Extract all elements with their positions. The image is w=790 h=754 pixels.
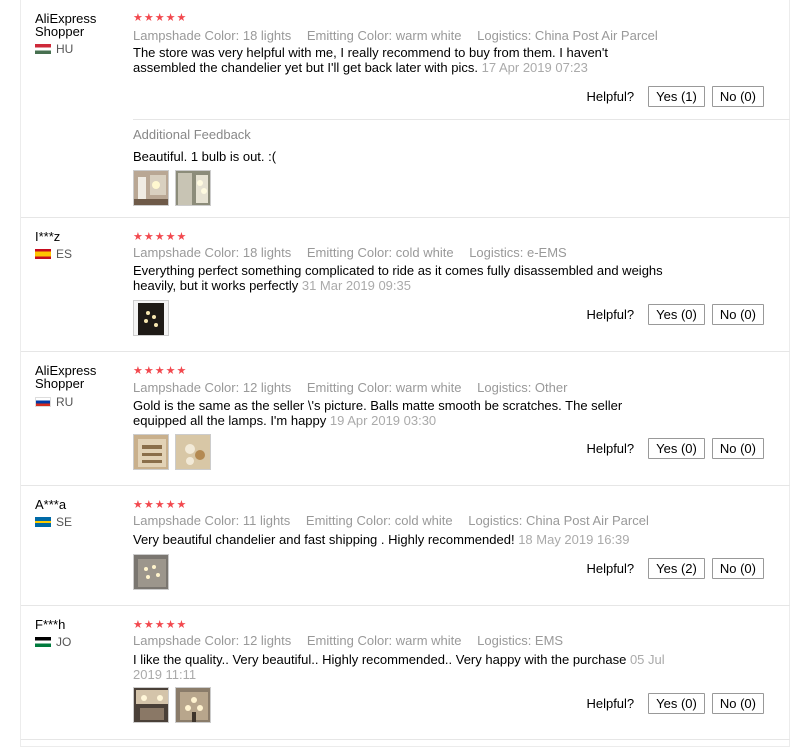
divider [21,485,790,486]
helpful-no-button[interactable]: No (0) [711,304,764,325]
divider [133,119,790,120]
star-rating: ★★★★★ [133,365,188,377]
helpful-label: Helpful? [586,89,635,104]
star-rating: ★★★★★ [133,619,188,631]
helpful-vote: Helpful? Yes (0) No (0) [586,693,764,714]
reviewer-name: AliExpress Shopper [35,11,97,39]
review-text: The store was very helpful with me, I re… [133,45,609,75]
purchase-properties: Lampshade Color: 12 lights Emitting Colo… [133,380,568,395]
helpful-yes-button[interactable]: Yes (1) [648,86,705,107]
helpful-label: Helpful? [586,561,635,576]
helpful-yes-button[interactable]: Yes (2) [648,558,705,579]
star-rating: ★★★★★ [133,231,188,243]
purchase-properties: Lampshade Color: 11 lights Emitting Colo… [133,513,649,528]
star-rating: ★★★★★ [133,12,188,24]
review-photo[interactable] [133,687,169,723]
flag-hu-icon [35,44,51,54]
review-photo[interactable] [133,300,169,336]
additional-feedback-label: Additional Feedback [133,127,251,142]
divider [21,217,790,218]
review-date: 18 May 2019 16:39 [518,532,630,547]
reviews-panel: AliExpress Shopper HU ★★★★★ Lampshade Co… [20,0,790,747]
divider [21,739,790,740]
flag-jo-icon [35,637,51,647]
reviewer-country: RU [35,395,73,409]
reviewer-country: ES [35,247,72,261]
review-text: Very beautiful chandelier and fast shipp… [133,532,630,547]
review-text: I like the quality.. Very beautiful.. Hi… [133,652,665,682]
reviewer-name: F***h [35,617,66,632]
flag-ru-icon [35,397,51,407]
helpful-vote: Helpful? Yes (0) No (0) [586,438,764,459]
purchase-properties: Lampshade Color: 18 lights Emitting Colo… [133,245,567,260]
divider [21,351,790,352]
star-rating: ★★★★★ [133,499,188,511]
flag-se-icon [35,517,51,527]
reviewer-country: SE [35,515,72,529]
review-text: Everything perfect something complicated… [133,263,663,293]
review-text: Gold is the same as the seller \'s pictu… [133,398,623,428]
review-photos [133,300,175,336]
helpful-label: Helpful? [586,696,635,711]
review-date: 31 Mar 2019 09:35 [301,278,411,293]
helpful-yes-button[interactable]: Yes (0) [648,693,705,714]
review-photos [133,170,217,206]
helpful-vote: Helpful? Yes (0) No (0) [586,304,764,325]
divider [21,605,790,606]
reviewer-name: A***a [35,497,67,512]
helpful-vote: Helpful? Yes (2) No (0) [586,558,764,579]
review-date: 19 Apr 2019 03:30 [329,413,437,428]
review-photo[interactable] [175,170,211,206]
review-photo[interactable] [133,554,169,590]
purchase-properties: Lampshade Color: 18 lights Emitting Colo… [133,28,658,43]
flag-es-icon [35,249,51,259]
review-photo[interactable] [133,170,169,206]
reviewer-name: I***z [35,229,61,244]
helpful-no-button[interactable]: No (0) [711,438,764,459]
review-photo[interactable] [133,434,169,470]
helpful-label: Helpful? [586,441,635,456]
review-photos [133,687,217,723]
review-photos [133,434,217,470]
review-date: 17 Apr 2019 07:23 [481,60,588,75]
review-photo[interactable] [175,687,211,723]
helpful-yes-button[interactable]: Yes (0) [648,304,705,325]
reviewer-country: HU [35,42,73,56]
reviewer-country: JO [35,635,71,649]
helpful-no-button[interactable]: No (0) [711,558,764,579]
helpful-vote: Helpful? Yes (1) No (0) [586,86,764,107]
helpful-no-button[interactable]: No (0) [711,86,764,107]
review-photos [133,554,175,590]
reviewer-name: AliExpress Shopper [35,363,97,391]
helpful-no-button[interactable]: No (0) [711,693,764,714]
helpful-yes-button[interactable]: Yes (0) [648,438,705,459]
helpful-label: Helpful? [586,307,635,322]
review-photo[interactable] [175,434,211,470]
additional-feedback-text: Beautiful. 1 bulb is out. :( [133,149,277,164]
purchase-properties: Lampshade Color: 12 lights Emitting Colo… [133,633,564,648]
